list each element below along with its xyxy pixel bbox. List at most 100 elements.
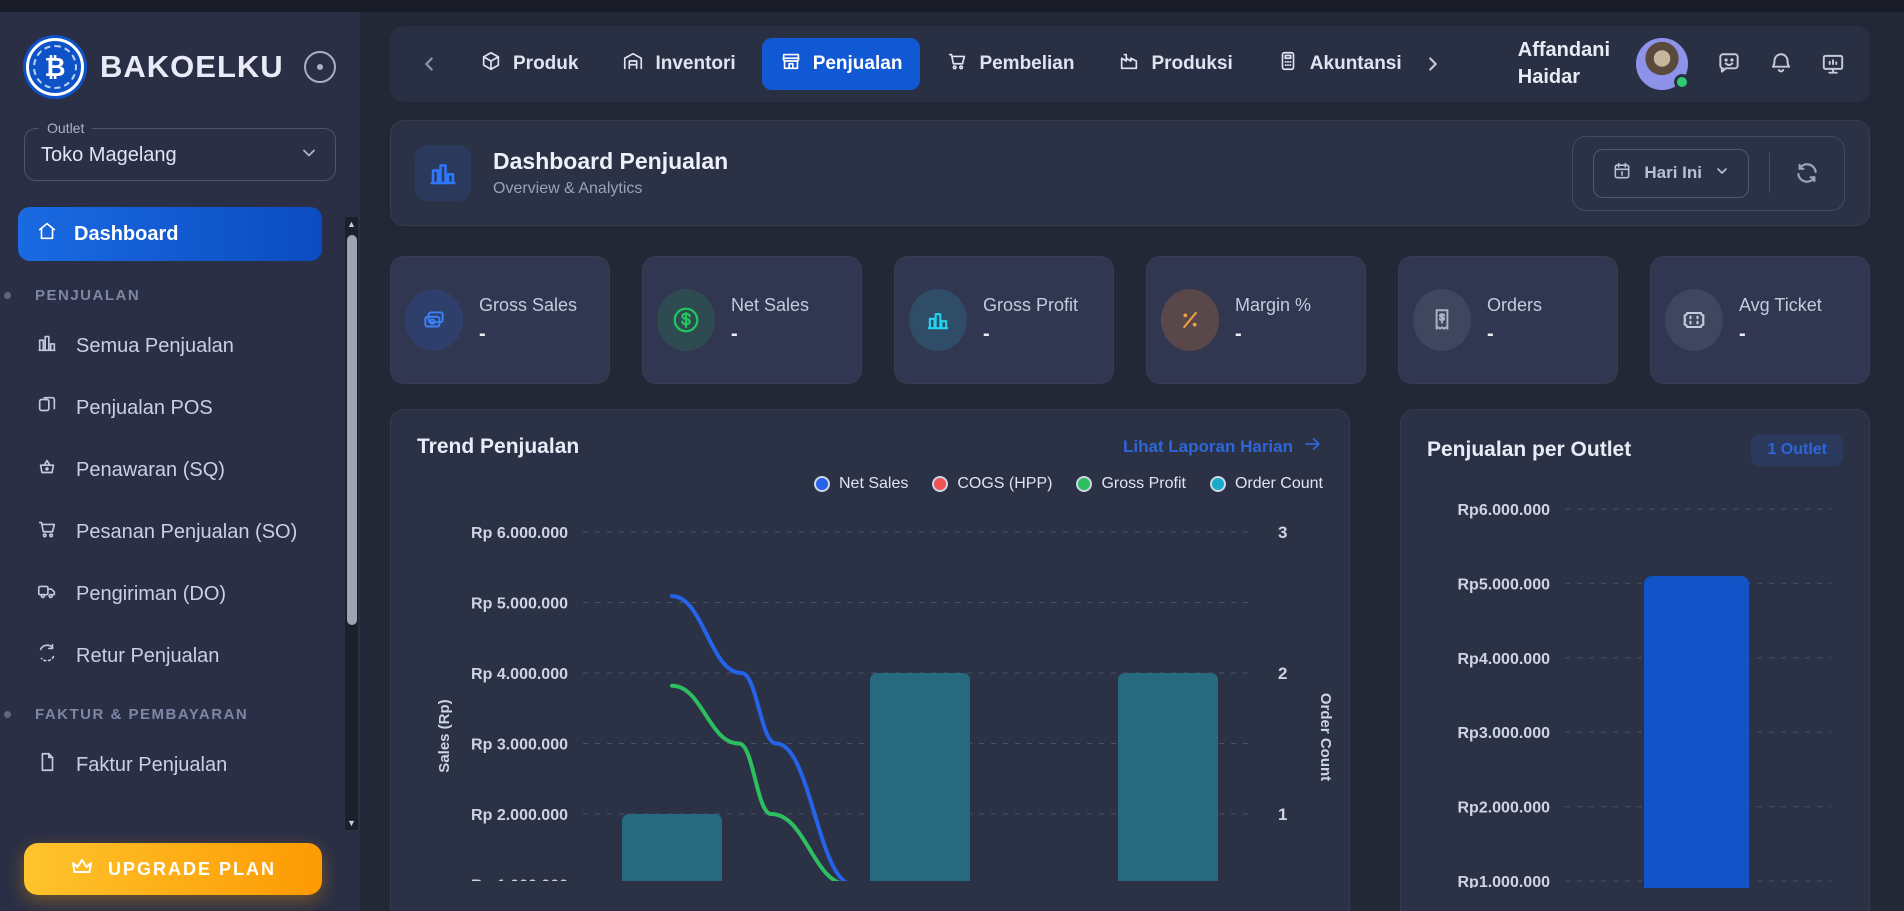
feedback-chat-button[interactable] — [1716, 51, 1742, 77]
outlet-axis-tick: Rp1.000.000 — [1457, 874, 1550, 888]
date-filter-button[interactable]: Hari Ini — [1593, 148, 1749, 198]
legend-dot — [932, 476, 949, 492]
kpi-card-gross-profit: Gross Profit - — [894, 256, 1114, 384]
kpi-value: - — [731, 323, 738, 346]
kpi-value: - — [479, 323, 486, 346]
left-axis-tick: Rp 4.000.000 — [471, 666, 568, 683]
tab-pembelian[interactable]: Pembelian — [928, 38, 1092, 90]
section-dot — [4, 292, 11, 299]
sidebar-item-label: Faktur Penjualan — [76, 753, 228, 776]
outlet-chart-card: Penjualan per Outlet 1 Outlet Rp6.000.00… — [1400, 409, 1870, 911]
sidebar-item-faktur-penjualan[interactable]: Faktur Penjualan — [18, 741, 322, 789]
scrollbar-thumb[interactable] — [346, 235, 357, 625]
dollar-icon — [657, 289, 715, 351]
kpi-card-avg-ticket: Avg Ticket - — [1650, 256, 1870, 384]
kpi-card-gross-sales: Gross Sales - — [390, 256, 610, 384]
cart-icon — [946, 50, 968, 78]
brand-logo-icon: ₿ — [26, 38, 84, 96]
legend-label: Net Sales — [838, 475, 909, 492]
legend-item-net-sales[interactable]: Net Sales — [813, 475, 909, 493]
dashboard-header-card: Dashboard Penjualan Overview & Analytics… — [390, 120, 1870, 226]
page-subtitle: Overview & Analytics — [493, 180, 643, 197]
daily-report-link[interactable]: Lihat Laporan Harian — [1123, 434, 1323, 459]
refresh-button[interactable] — [1790, 156, 1824, 190]
outlet-axis-tick: Rp4.000.000 — [1457, 651, 1550, 668]
kpi-card-orders: Orders - — [1398, 256, 1618, 384]
notifications-bell-button[interactable] — [1768, 51, 1794, 77]
sidebar: ₿ BAKOELKU Outlet Toko Magelang Dashboar… — [0, 12, 360, 911]
main-content: Produk Inventori Penjualan Pembelian Produks… — [360, 12, 1904, 911]
legend-item-order-count[interactable]: Order Count — [1209, 475, 1323, 493]
user-avatar[interactable] — [1636, 38, 1690, 90]
tab-penjualan[interactable]: Penjualan — [761, 38, 921, 90]
left-axis-tick: Rp 2.000.000 — [471, 807, 568, 824]
outlet-value: Toko Magelang — [41, 144, 177, 166]
sidebar-item-retur-penjualan[interactable]: Retur Penjualan — [18, 632, 322, 680]
kpi-label: Margin % — [1235, 294, 1312, 315]
outlet-chart-title: Penjualan per Outlet — [1427, 438, 1632, 461]
chart-legend: Net Sales COGS (HPP) Gross Profit Order Cou… — [391, 475, 1349, 493]
tab-produksi[interactable]: Produksi — [1100, 38, 1250, 90]
section-dot — [4, 711, 11, 718]
kpi-value: - — [1487, 323, 1494, 346]
outlet-label: Outlet — [39, 120, 93, 136]
sidebar-item-penawaran-sq[interactable]: Penawaran (SQ) — [18, 446, 322, 494]
tab-label: Produksi — [1151, 53, 1233, 74]
tab-label: Pembelian — [979, 53, 1075, 74]
outlet-axis-tick: Rp6.000.000 — [1457, 502, 1550, 519]
outlet-select[interactable]: Outlet Toko Magelang — [24, 120, 336, 181]
warehouse-icon — [622, 50, 644, 78]
section-title: FAKTUR & PEMBAYARAN — [35, 706, 249, 723]
sidebar-item-label: Dashboard — [74, 222, 179, 245]
bitcoin-glyph: ₿ — [33, 45, 77, 89]
tab-label: Produk — [513, 53, 579, 74]
nav-prev-button[interactable] — [414, 49, 444, 79]
sidebar-item-pesanan-penjualan-so[interactable]: Pesanan Penjualan (SO) — [18, 508, 322, 556]
order-count-bar[interactable] — [622, 814, 722, 881]
tab-produk[interactable]: Produk — [462, 38, 596, 90]
sidebar-collapse-button[interactable] — [304, 51, 336, 83]
display-monitor-button[interactable] — [1820, 51, 1846, 77]
upgrade-plan-button[interactable]: UPGRADE PLAN — [24, 843, 322, 895]
rotate-icon — [36, 642, 58, 670]
nav-next-button[interactable] — [1420, 51, 1446, 77]
outlet-sales-bar[interactable] — [1644, 575, 1749, 888]
left-axis-title: Sales (Rp) — [436, 699, 453, 772]
trend-chart: Rp 6.000.000 Rp 5.000.000 Rp 4.000.000 Rp 3… — [436, 523, 1334, 881]
order-count-bar[interactable] — [1118, 673, 1218, 881]
order-count-bar[interactable] — [870, 673, 970, 881]
sidebar-item-pengiriman-do[interactable]: Pengiriman (DO) — [18, 570, 322, 618]
user-name: Affandani Haidar — [1518, 37, 1610, 91]
kpi-label: Avg Ticket — [1739, 294, 1822, 315]
crown-icon — [70, 855, 94, 884]
online-status-dot — [1674, 74, 1690, 90]
kpi-value: - — [983, 323, 990, 346]
page-title: Dashboard Penjualan — [493, 148, 729, 174]
charts-row: Trend Penjualan Lihat Laporan Harian Net… — [390, 409, 1870, 911]
sidebar-item-semua-penjualan[interactable]: Semua Penjualan — [18, 322, 322, 370]
sidebar-section-header: FAKTUR & PEMBAYARAN — [0, 706, 360, 723]
outlet-axis-tick: Rp5.000.000 — [1457, 576, 1550, 593]
calendar-icon — [1612, 161, 1632, 186]
legend-label: Order Count — [1234, 475, 1323, 492]
sidebar-item-dashboard[interactable]: Dashboard — [18, 207, 322, 261]
legend-item-gross-profit[interactable]: Gross Profit — [1076, 475, 1186, 493]
outlet-chart: Rp6.000.000 Rp5.000.000 Rp4.000.000 Rp3.000… — [1457, 502, 1831, 888]
top-navigation: Produk Inventori Penjualan Pembelian Produks… — [390, 26, 1870, 102]
sidebar-item-label: Pengiriman (DO) — [76, 582, 227, 605]
legend-dot — [1076, 476, 1093, 492]
calculator-icon — [1277, 50, 1299, 78]
tab-inventori[interactable]: Inventori — [604, 38, 753, 90]
sidebar-scrollbar[interactable]: ▲ ▼ — [345, 217, 358, 830]
package-icon — [480, 50, 502, 78]
tab-akuntansi[interactable]: Akuntansi — [1259, 38, 1420, 90]
scroll-up-arrow[interactable]: ▲ — [345, 217, 358, 231]
right-axis-title: Order Count — [1317, 693, 1334, 781]
legend-item-cogs-hpp[interactable]: COGS (HPP) — [932, 475, 1052, 493]
trend-chart-card: Trend Penjualan Lihat Laporan Harian Net… — [390, 409, 1350, 911]
scroll-down-arrow[interactable]: ▼ — [345, 816, 358, 830]
kpi-value: - — [1739, 323, 1746, 346]
brand-row: ₿ BAKOELKU — [0, 12, 360, 106]
sidebar-item-label: Retur Penjualan — [76, 644, 220, 667]
sidebar-item-penjualan-pos[interactable]: Penjualan POS — [18, 384, 322, 432]
